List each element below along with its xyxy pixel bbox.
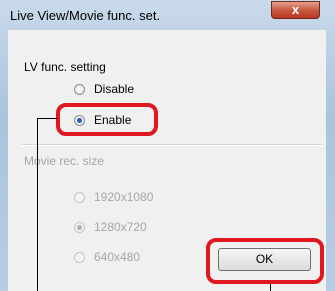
enable-highlight (56, 103, 158, 136)
radio-1920x1080-indicator[interactable] (74, 191, 85, 203)
enable-callout-connector (37, 118, 57, 119)
radio-1280x720-indicator[interactable] (74, 221, 85, 233)
movie-rec-size-label: Movie rec. size (24, 154, 105, 168)
ok-highlight (206, 238, 324, 284)
title-bar[interactable]: Live View/Movie func. set. x (0, 0, 335, 30)
radio-1920x1080[interactable]: 1920x1080 (74, 190, 153, 204)
radio-640x480[interactable]: 640x480 (74, 250, 140, 264)
radio-640x480-label: 640x480 (94, 250, 141, 264)
radio-disable-label: Disable (94, 82, 135, 96)
radio-1280x720-label: 1280x720 (94, 220, 147, 234)
radio-1920x1080-label: 1920x1080 (94, 190, 154, 204)
radio-1280x720[interactable]: 1280x720 (74, 220, 147, 234)
ok-callout-line (270, 284, 271, 291)
radio-disable-indicator[interactable] (74, 83, 85, 95)
radio-disable[interactable]: Disable (74, 82, 134, 96)
close-button[interactable]: x (271, 1, 320, 19)
enable-callout-line (37, 119, 38, 291)
close-icon: x (291, 2, 300, 17)
window-frame: Live View/Movie func. set. x LV func. se… (0, 0, 335, 291)
window-title: Live View/Movie func. set. (10, 8, 161, 23)
group-separator (22, 144, 322, 146)
radio-640x480-indicator[interactable] (74, 251, 85, 263)
lv-func-setting-label: LV func. setting (24, 60, 106, 74)
